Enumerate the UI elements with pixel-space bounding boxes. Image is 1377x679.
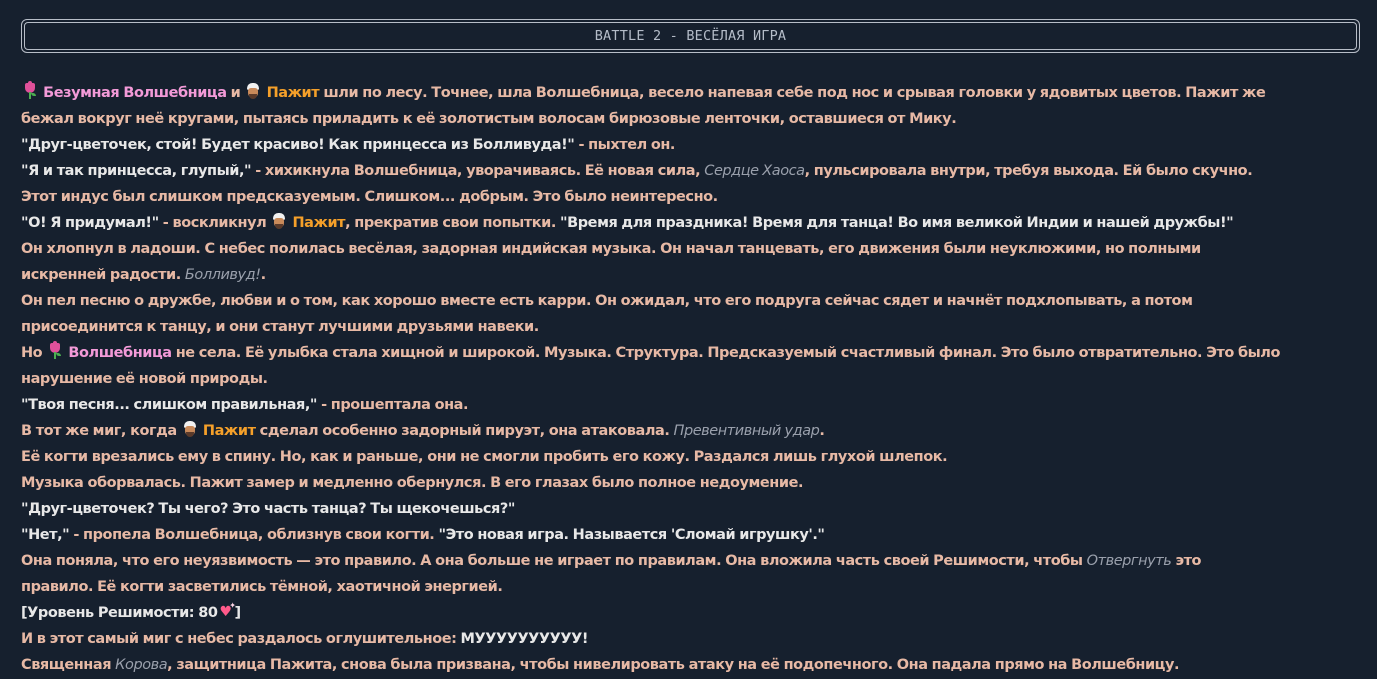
ability-name: Превентивный удар <box>673 423 820 439</box>
pajit-name: Пажит <box>266 85 320 101</box>
page: BATTLE 2 - ВЕСЁЛАЯ ИГРА Безумная Волшебн… <box>0 0 1377 679</box>
ability-name: Сердце Хаоса <box>704 163 805 179</box>
story-line-21: [Уровень Решимости: 80 ♥ ✦] <box>21 601 241 622</box>
tulip-icon <box>21 81 39 100</box>
cow-shout: МУУУУУУУУУУ! <box>460 631 589 647</box>
story-line-2: бежал вокруг неё кругами, пытаясь прилад… <box>21 111 957 127</box>
man-with-turban-icon <box>181 420 199 438</box>
story-line-14: В тот же миг, когда Пажит сделал особенн… <box>21 418 1357 444</box>
story-line-13: "Твоя песня... слишком правильная," - пр… <box>21 397 469 413</box>
battle-header-inner: BATTLE 2 - ВЕСЁЛАЯ ИГРА <box>24 22 1357 50</box>
story-line-11: Но Волшебница не села. Её улыбка стала х… <box>21 340 1357 366</box>
sparkling-heart-icon: ♥ ✦ <box>219 601 236 620</box>
story-line-18: "Нет," - пропела Волшебница, облизнув св… <box>21 527 825 543</box>
pajit-name: Пажит <box>292 215 346 231</box>
story-line-3: "Друг-цветочек, стой! Будет красиво! Как… <box>21 137 675 153</box>
story-line-23: Священная Корова, защитница Пажита, снов… <box>21 657 1180 673</box>
story-text: Безумная Волшебница и Пажит шли по лесу.… <box>21 80 1357 678</box>
story-line-5: Этот индус был слишком предсказуемым. Сл… <box>21 189 718 205</box>
ability-name: Отвергнуть <box>1086 553 1172 569</box>
story-line-8: искренней радости. Болливуд!. <box>21 267 266 283</box>
story-line-20: правило. Её когти засветились тёмной, ха… <box>21 579 503 595</box>
battle-title: BATTLE 2 - ВЕСЁЛАЯ ИГРА <box>594 28 787 44</box>
wizard-name: Волшебница <box>68 345 172 361</box>
story-line-9: Он пел песню о дружбе, любви и о том, ка… <box>21 293 1193 309</box>
story-line-7: Он хлопнул в ладоши. С небес полилась ве… <box>21 241 1201 257</box>
ability-name: Корова <box>115 657 168 673</box>
story-line-19: Она поняла, что его неуязвимость — это п… <box>21 553 1202 569</box>
story-line-12: нарушение её новой природы. <box>21 371 268 387</box>
pajit-name: Пажит <box>202 423 256 439</box>
man-with-turban-icon <box>270 212 288 230</box>
story-line-15: Её когти врезались ему в спину. Но, как … <box>21 449 948 465</box>
battle-header: BATTLE 2 - ВЕСЁЛАЯ ИГРА <box>21 19 1360 53</box>
story-line-4: "Я и так принцесса, глупый," - хихикнула… <box>21 163 1253 179</box>
ability-name: Болливуд! <box>184 267 261 283</box>
tulip-icon <box>46 341 64 360</box>
story-line-10: присоединится к танцу, и они станут лучш… <box>21 319 539 335</box>
story-line-6: "О! Я придумал!" - воскликнул Пажит, пре… <box>21 210 1357 236</box>
wizard-name: Безумная Волшебница <box>43 85 227 101</box>
story-line-17: "Друг-цветочек? Ты чего? Это часть танца… <box>21 501 515 517</box>
man-with-turban-icon <box>244 82 262 100</box>
story-line-22: И в этот самый миг с небес раздалось огл… <box>21 631 589 647</box>
story-line-1: Безумная Волшебница и Пажит шли по лесу.… <box>21 80 1357 106</box>
story-line-16: Музыка оборвалась. Пажит замер и медленн… <box>21 475 804 491</box>
